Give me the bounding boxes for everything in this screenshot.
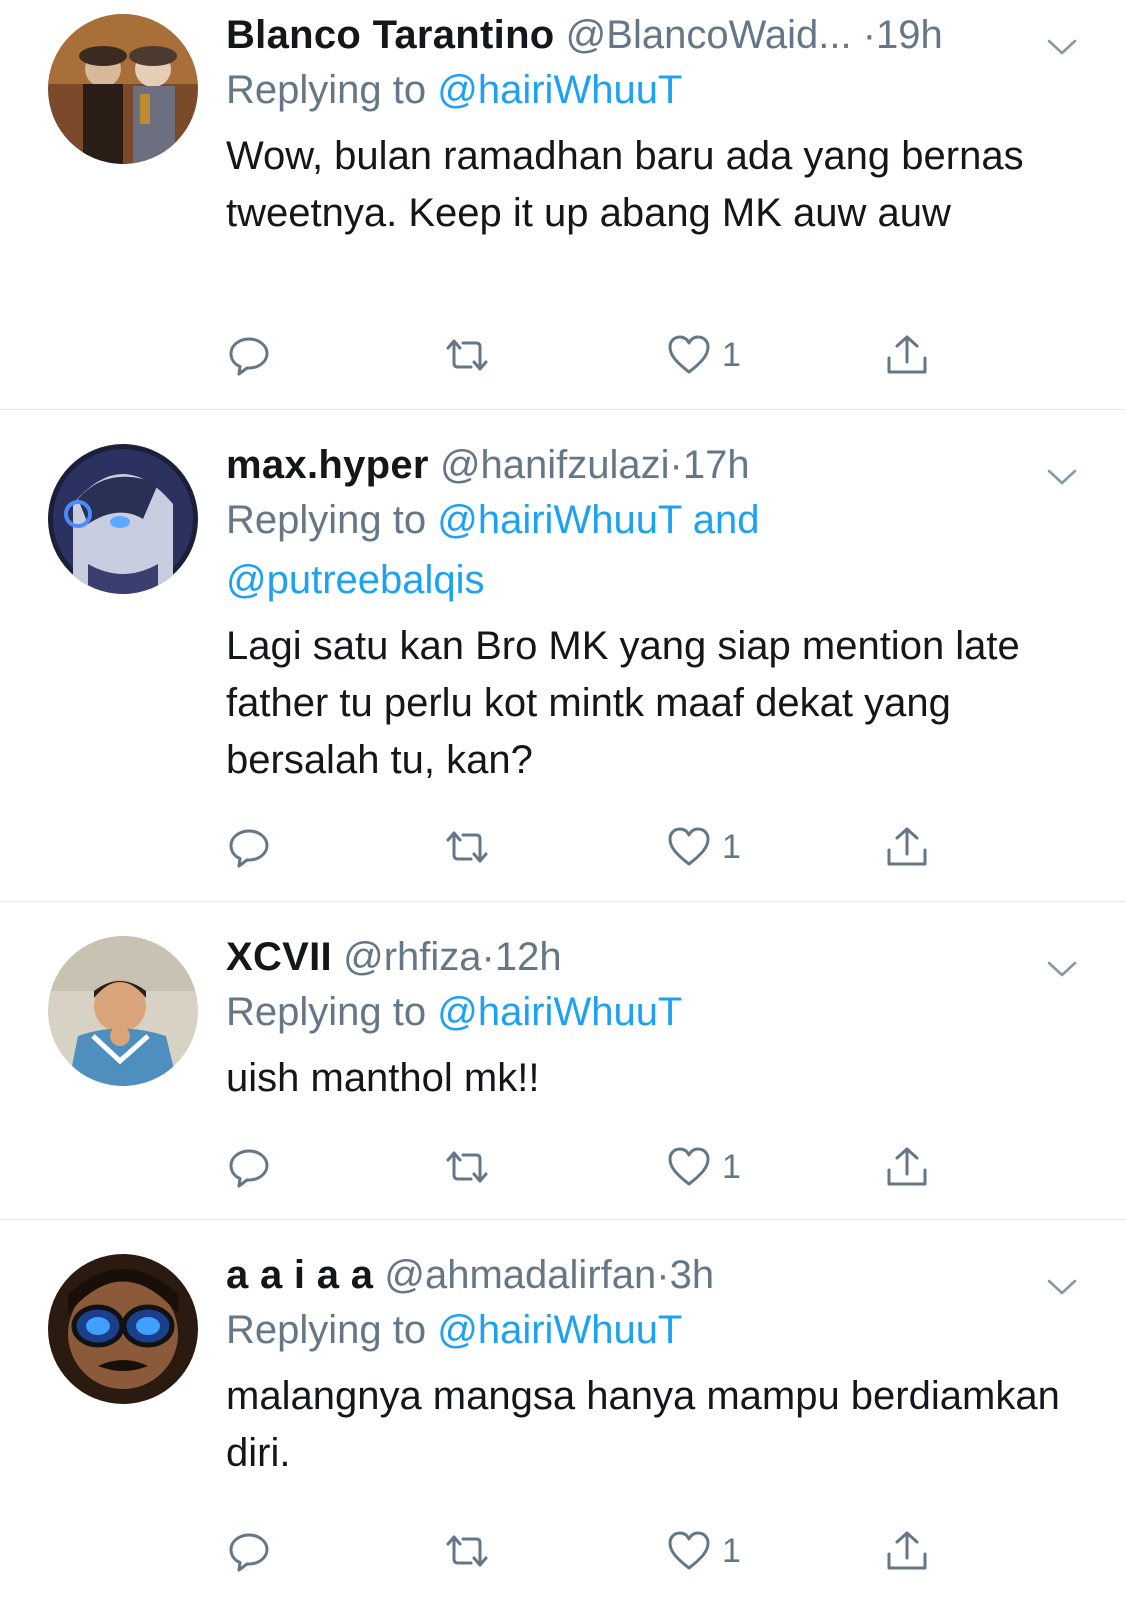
retweet-icon (446, 831, 488, 863)
reply-tweet[interactable]: a a i a a @ahmadalirfan·3h Replying to @… (0, 1220, 1125, 1600)
retweet-icon (446, 339, 488, 371)
user-handle[interactable]: @rhfiza (343, 935, 481, 979)
retweet-button[interactable] (444, 330, 490, 380)
share-icon (887, 1147, 927, 1186)
retweet-button[interactable] (444, 822, 490, 872)
retweet-icon (446, 1151, 488, 1183)
retweet-button[interactable] (444, 1526, 490, 1576)
avatar[interactable] (48, 1254, 198, 1404)
share-icon (887, 1531, 927, 1570)
timestamp[interactable]: 19h (876, 13, 943, 57)
chevron-down-icon[interactable] (1045, 452, 1079, 485)
user-handle[interactable]: @ahmadalirfan (384, 1253, 656, 1297)
mention-joiner[interactable]: and (693, 498, 760, 542)
tweet-header: a a i a a @ahmadalirfan·3h (226, 1250, 1085, 1300)
reply-timeline: Blanco Tarantino @BlancoWaid... ·19h Rep… (0, 0, 1125, 1600)
reply-button[interactable] (226, 1142, 272, 1192)
chevron-down-icon[interactable] (1045, 944, 1079, 977)
timestamp[interactable]: 3h (670, 1253, 715, 1297)
like-count: 1 (722, 827, 741, 866)
mention-link[interactable]: @hairiWhuuT (437, 68, 682, 112)
tweet-text: Wow, bulan ramadhan baru ada yang bernas… (226, 134, 1024, 235)
share-icon (887, 335, 927, 374)
mention-link[interactable]: @hairiWhuuT (437, 498, 681, 542)
like-button[interactable]: 1 (666, 1526, 741, 1576)
display-name[interactable]: Blanco Tarantino (226, 13, 555, 57)
heart-icon (668, 827, 710, 866)
retweet-icon (446, 1535, 488, 1567)
heart-icon (668, 1531, 710, 1570)
tweet-header: Blanco Tarantino @BlancoWaid... ·19h (226, 10, 1085, 60)
tweet-text: Lagi satu kan Bro MK yang siap mention l… (226, 624, 1020, 782)
replying-to: Replying to @hairiWhuuT (226, 982, 1085, 1042)
avatar[interactable] (48, 444, 198, 594)
tweet-header: XCVII @rhfiza·12h (226, 932, 1085, 982)
share-icon (887, 827, 927, 866)
reply-button[interactable] (226, 822, 272, 872)
heart-icon (668, 335, 710, 374)
separator-dot: · (862, 13, 877, 57)
reply-button[interactable] (226, 330, 272, 380)
mention-link[interactable]: @hairiWhuuT (437, 1308, 682, 1352)
reply-icon (229, 1533, 269, 1572)
like-count: 1 (722, 335, 741, 374)
action-bar: 1 (226, 330, 1085, 380)
replying-to: Replying to @hairiWhuuT and @putreebalqi… (226, 490, 1085, 610)
separator-dot: · (656, 1253, 670, 1297)
display-name[interactable]: max.hyper (226, 443, 429, 487)
tweet-header: max.hyper @hanifzulazi·17h (226, 440, 1085, 490)
retweet-button[interactable] (444, 1142, 490, 1192)
avatar[interactable] (48, 14, 198, 164)
like-count: 1 (722, 1147, 741, 1186)
reply-tweet[interactable]: max.hyper @hanifzulazi·17h Replying to @… (0, 410, 1125, 902)
replying-to: Replying to @hairiWhuuT (226, 1300, 1085, 1360)
reply-icon (229, 337, 269, 376)
timestamp[interactable]: 17h (683, 443, 750, 487)
user-handle[interactable]: @BlancoWaid... (566, 13, 852, 57)
reply-button[interactable] (226, 1526, 272, 1576)
like-count: 1 (722, 1531, 741, 1570)
user-handle[interactable]: @hanifzulazi (440, 443, 670, 487)
like-button[interactable]: 1 (666, 822, 741, 872)
reply-tweet[interactable]: Blanco Tarantino @BlancoWaid... ·19h Rep… (0, 0, 1125, 410)
mention-link[interactable]: @putreebalqis (226, 558, 485, 602)
avatar[interactable] (48, 936, 198, 1086)
replying-label: Replying to (226, 498, 427, 542)
share-button[interactable] (884, 822, 930, 872)
action-bar: 1 (226, 1142, 1085, 1192)
display-name[interactable]: a a i a a (226, 1253, 373, 1297)
chevron-down-icon[interactable] (1045, 1262, 1079, 1295)
share-button[interactable] (884, 1526, 930, 1576)
timestamp[interactable]: 12h (495, 935, 562, 979)
replying-label: Replying to (226, 990, 427, 1034)
tweet-text: uish manthol mk!! (226, 1056, 540, 1100)
chevron-down-icon[interactable] (1045, 22, 1079, 55)
reply-tweet[interactable]: XCVII @rhfiza·12h Replying to @hairiWhuu… (0, 902, 1125, 1220)
like-button[interactable]: 1 (666, 1142, 741, 1192)
replying-label: Replying to (226, 68, 427, 112)
replying-label: Replying to (226, 1308, 427, 1352)
replying-to: Replying to @hairiWhuuT (226, 60, 1085, 120)
reply-icon (229, 829, 269, 868)
mention-link[interactable]: @hairiWhuuT (437, 990, 682, 1034)
separator-dot: · (669, 443, 683, 487)
share-button[interactable] (884, 1142, 930, 1192)
like-button[interactable]: 1 (666, 330, 741, 380)
separator-dot: · (481, 935, 495, 979)
share-button[interactable] (884, 330, 930, 380)
action-bar: 1 (226, 822, 1085, 872)
display-name[interactable]: XCVII (226, 935, 332, 979)
reply-icon (229, 1149, 269, 1188)
tweet-text: malangnya mangsa hanya mampu berdiamkan … (226, 1374, 1060, 1475)
action-bar: 1 (226, 1526, 1085, 1576)
heart-icon (668, 1147, 710, 1186)
